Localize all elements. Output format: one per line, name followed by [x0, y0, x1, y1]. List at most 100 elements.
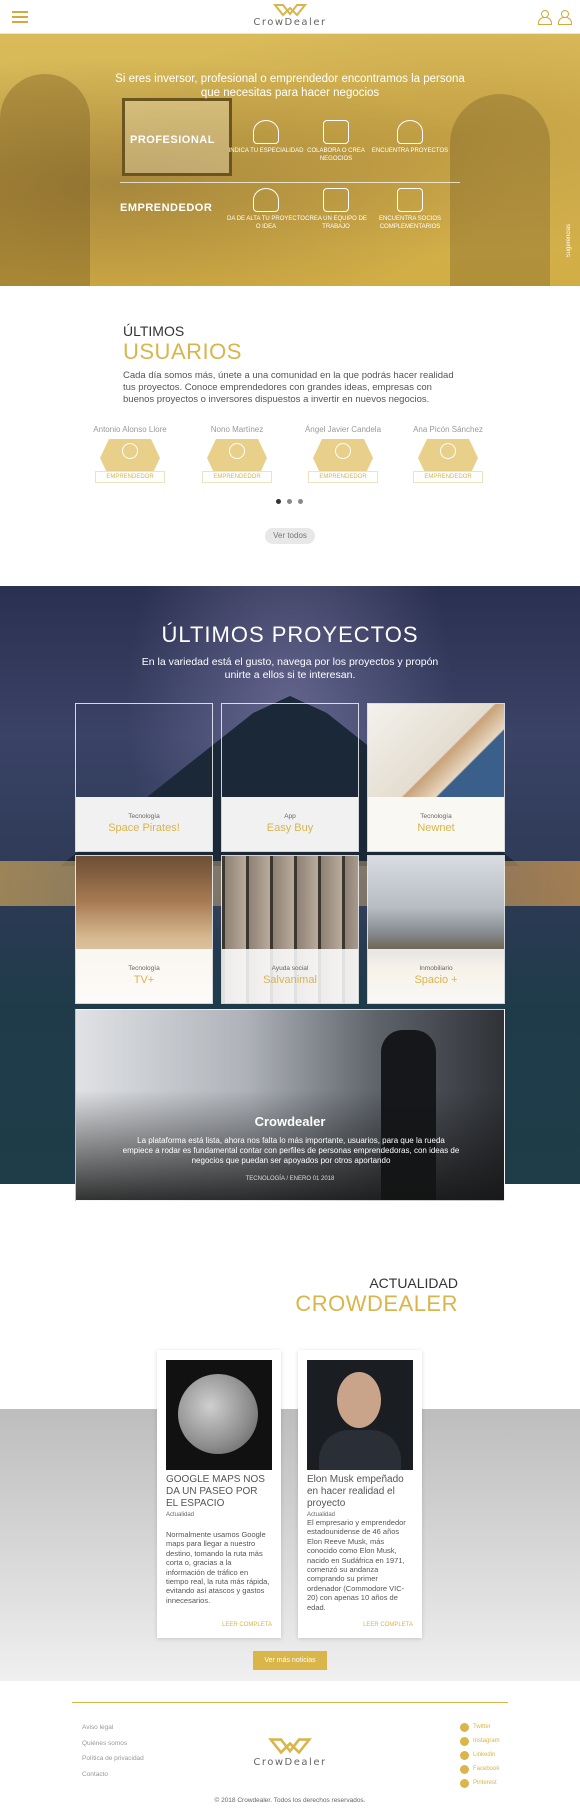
section-title-line2: USUARIOS [123, 339, 242, 364]
project-name: Spacio + [414, 974, 458, 986]
user-role: EMPRENDEDOR [202, 471, 272, 483]
news-title: GOOGLE MAPS NOS DA UN PASEO POR EL ESPAC… [166, 1474, 265, 1509]
hero-item[interactable]: DA DE ALTA TU PROYECTO O IDEA [226, 188, 306, 231]
project-card-footer: Ayuda social Salvanimal [222, 949, 358, 1003]
project-category: Ayuda social [271, 965, 309, 972]
footer-link[interactable]: Aviso legal [82, 1724, 144, 1740]
user-icon [253, 188, 279, 212]
portrait-image [307, 1360, 413, 1470]
project-card[interactable]: Ayuda social Salvanimal [221, 855, 359, 1004]
pinterest-icon [460, 1778, 469, 1788]
social-link-linkedin[interactable]: Linkedin [460, 1748, 500, 1762]
project-name: Salvanimal [263, 974, 317, 986]
hero-row-label: PROFESIONAL [130, 134, 215, 146]
user-card[interactable]: Ángel Javier Candela EMPRENDEDOR [293, 425, 393, 483]
read-more-link[interactable]: LEER COMPLETA [222, 1622, 272, 1628]
user-name: Ana Picón Sánchez [413, 425, 483, 434]
team-icon [323, 188, 349, 212]
projects-title: ÚLTIMOS PROYECTOS [161, 622, 419, 647]
logo-mark-icon [273, 4, 307, 17]
project-image [222, 704, 358, 797]
register-icon[interactable] [558, 10, 572, 25]
project-category: Tecnología [128, 813, 160, 820]
project-category: Tecnología [420, 813, 452, 820]
project-card[interactable]: Tecnología Newnet [367, 703, 505, 852]
footer-links: Aviso legal Quiénes somos Política de pr… [82, 1724, 144, 1786]
user-card[interactable]: Ana Picón Sánchez EMPRENDEDOR [398, 425, 498, 483]
logo-mark-icon [268, 1738, 312, 1755]
project-image [76, 704, 212, 797]
hero-background-person [0, 74, 90, 286]
project-card[interactable]: Tecnología Space Pirates! [75, 703, 213, 852]
twitter-icon [460, 1722, 469, 1732]
project-card-footer: Inmobiliario Spacio + [368, 949, 504, 1003]
project-card-footer: Tecnología TV+ [76, 949, 212, 1003]
megaphone-icon [397, 188, 423, 212]
social-link-facebook[interactable]: Facebook [460, 1762, 500, 1776]
project-category: Tecnología [128, 965, 160, 972]
hero-item[interactable]: CREA UN EQUIPO DE TRABAJO [296, 188, 376, 231]
avatar-icon [440, 443, 456, 459]
project-card[interactable]: Inmobiliario Spacio + [367, 855, 505, 1004]
footer-link[interactable]: Quiénes somos [82, 1740, 144, 1756]
hero-divider [120, 182, 460, 183]
social-link-instagram[interactable]: Instagram [460, 1734, 500, 1748]
news-section-title: ACTUALIDAD CROWDEALER [295, 1275, 458, 1317]
moon-image [166, 1360, 272, 1470]
project-image [368, 704, 504, 797]
carousel-dot[interactable] [276, 499, 281, 504]
footer-logo[interactable]: CrowDealer [240, 1737, 340, 1768]
user-card[interactable]: Nono Martínez EMPRENDEDOR [187, 425, 287, 483]
social-link-pinterest[interactable]: Pinterest [460, 1776, 500, 1790]
more-news-button[interactable]: Ver más noticias [253, 1651, 327, 1670]
project-category: App [284, 813, 296, 820]
section-title-line2: CROWDEALER [295, 1291, 458, 1316]
hero-item[interactable]: ENCUENTRA PROYECTOS [370, 120, 450, 155]
featured-title: Crowdealer [254, 1114, 326, 1129]
social-link-twitter[interactable]: Twitter [460, 1720, 500, 1734]
news-excerpt: El empresario y emprendedor estadouniden… [307, 1518, 406, 1612]
news-card[interactable]: GOOGLE MAPS NOS DA UN PASEO POR EL ESPAC… [157, 1350, 281, 1638]
users-section-title: ÚLTIMOS USUARIOS [123, 323, 242, 365]
carousel-dots [276, 499, 303, 504]
hero-intro-text: Si eres inversor, profesional o emprende… [115, 73, 465, 99]
user-card[interactable]: Antonio Alonso Llore EMPRENDEDOR [80, 425, 180, 483]
project-category: Inmobiliario [419, 965, 453, 972]
footer-divider [72, 1702, 508, 1703]
see-all-users-button[interactable]: Ver todos [265, 528, 315, 544]
copyright-text: © 2018 Crowdealer. Todos los derechos re… [214, 1797, 366, 1804]
news-background-band [0, 1409, 580, 1681]
footer-link[interactable]: Política de privacidad [82, 1755, 144, 1771]
hero-item[interactable]: INDICA TU ESPECIALIDAD [226, 120, 306, 155]
read-more-link[interactable]: LEER COMPLETA [363, 1622, 413, 1628]
users-description: Cada día somos más, únete a una comunida… [123, 370, 454, 405]
card-icon [323, 120, 349, 144]
user-name: Antonio Alonso Llore [93, 425, 167, 434]
carousel-dot[interactable] [287, 499, 292, 504]
avatar-icon [229, 443, 245, 459]
suggestions-tab[interactable]: Sugerencias [566, 224, 578, 257]
logo[interactable]: CrowDealer [0, 3, 580, 28]
login-icon[interactable] [538, 10, 552, 25]
hero-background-person [450, 94, 550, 286]
project-card[interactable]: App Easy Buy [221, 703, 359, 852]
project-card-footer: Tecnología Space Pirates! [76, 797, 212, 851]
logo-text: CrowDealer [253, 1757, 327, 1768]
section-title-line1: ACTUALIDAD [369, 1275, 458, 1291]
hero-item[interactable]: COLABORA O CREA NEGOCIOS [296, 120, 376, 163]
news-title: Elon Musk empeñado en hacer realidad el … [307, 1474, 404, 1509]
featured-project-card[interactable]: Crowdealer La plataforma está lista, aho… [75, 1009, 505, 1201]
project-card[interactable]: Tecnología TV+ [75, 855, 213, 1004]
carousel-dot[interactable] [298, 499, 303, 504]
project-card-footer: App Easy Buy [222, 797, 358, 851]
project-name: TV+ [133, 974, 155, 986]
facebook-icon [460, 1764, 469, 1774]
avatar-icon [122, 443, 138, 459]
hero-item[interactable]: ENCUENTRA SOCIOS COMPLEMENTARIOS [370, 188, 450, 231]
news-image [307, 1360, 413, 1470]
lightbulb-icon [397, 120, 423, 144]
project-name: Newnet [417, 822, 455, 834]
news-card[interactable]: Elon Musk empeñado en hacer realidad el … [298, 1350, 422, 1638]
user-role: EMPRENDEDOR [413, 471, 483, 483]
footer-link[interactable]: Contacto [82, 1771, 144, 1787]
